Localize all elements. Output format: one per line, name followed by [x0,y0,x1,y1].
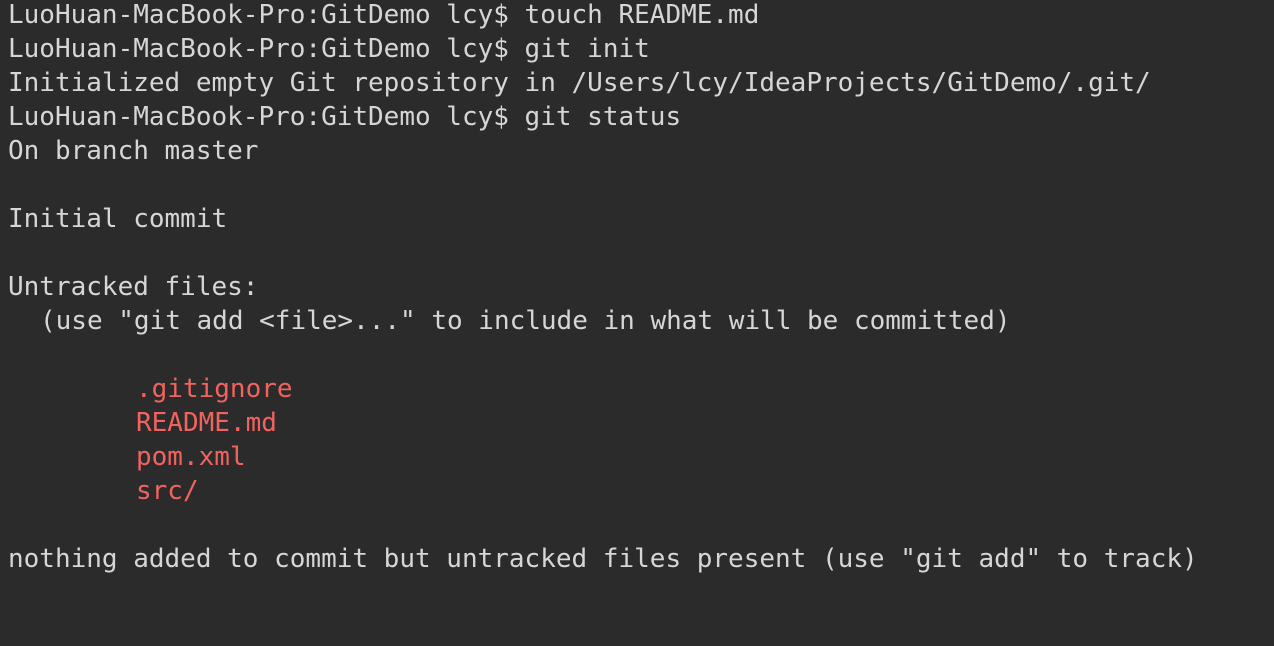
terminal-line-untracked-header: Untracked files: [8,272,259,302]
untracked-file-gitignore: .gitignore [136,374,293,404]
terminal-line-prompt-git-status: LuoHuan-MacBook-Pro:GitDemo lcy$ git sta… [8,102,682,132]
terminal-line-initial-commit: Initial commit [8,204,228,234]
untracked-file-pom: pom.xml [136,442,246,472]
terminal-window[interactable]: LuoHuan-MacBook-Pro:GitDemo lcy$ touch R… [0,0,1274,642]
untracked-file-readme: README.md [136,408,277,438]
terminal-line-prompt-git-init: LuoHuan-MacBook-Pro:GitDemo lcy$ git ini… [8,34,650,64]
terminal-line-init-output: Initialized empty Git repository in /Use… [8,68,1151,98]
terminal-line-summary: nothing added to commit but untracked fi… [8,544,1198,574]
untracked-file-src: src/ [136,476,199,506]
terminal-line-untracked-hint: (use "git add <file>..." to include in w… [40,306,1011,336]
terminal-line-branch: On branch master [8,136,259,166]
terminal-line-prompt-touch: LuoHuan-MacBook-Pro:GitDemo lcy$ touch R… [8,0,760,30]
